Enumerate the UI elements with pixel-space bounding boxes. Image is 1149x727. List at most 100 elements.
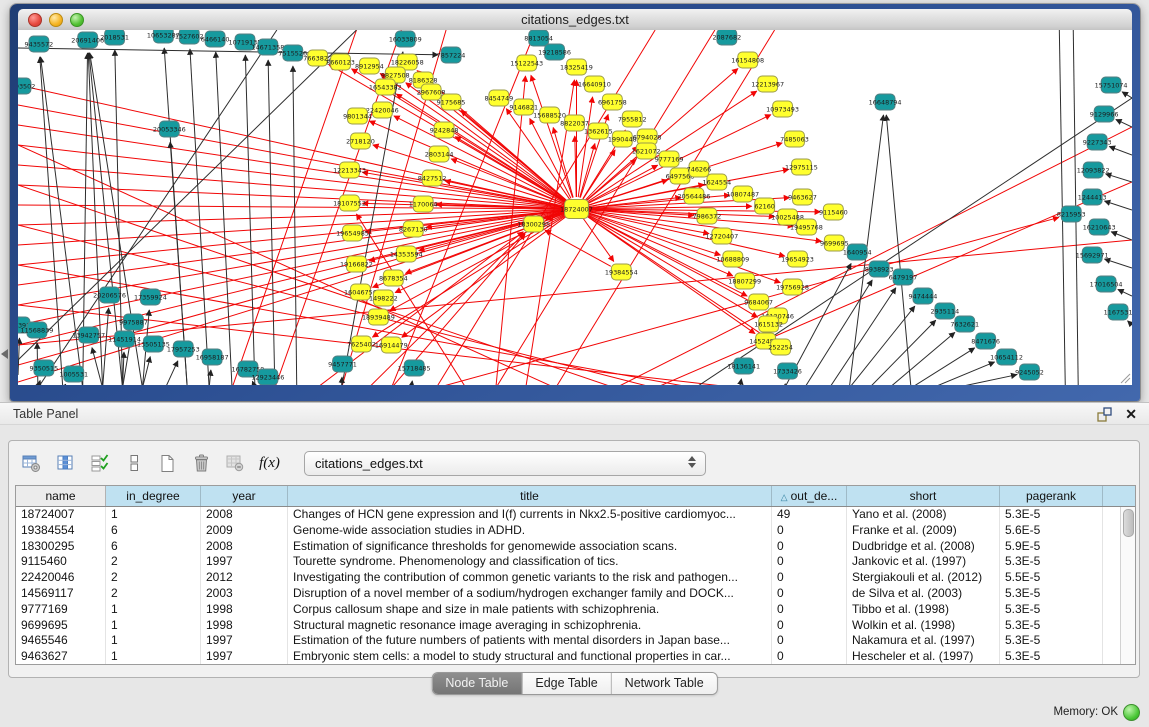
graph-node-1244413[interactable]: 1244413 xyxy=(1078,189,1107,205)
table-row[interactable]: 911546021997Tourette syndrome. Phenomeno… xyxy=(16,554,1135,570)
tab-edge-table[interactable]: Edge Table xyxy=(522,673,611,694)
graph-node-17016504[interactable]: 17016504 xyxy=(1090,276,1123,292)
table-row[interactable]: 1938455462009Genome-wide association stu… xyxy=(16,523,1135,539)
column-header-in_degree[interactable]: in_degree xyxy=(106,486,201,506)
new-column-button[interactable] xyxy=(155,451,180,476)
graph-node-9463627[interactable]: 9463627 xyxy=(788,189,817,205)
graph-node-2087682[interactable]: 2087682 xyxy=(712,30,741,45)
table-row[interactable]: 946554611997Estimation of the future num… xyxy=(16,633,1135,649)
table-row[interactable]: 969969511998Structural magnetic resonanc… xyxy=(16,618,1135,634)
graph-node-2803144[interactable]: 2803144 xyxy=(425,146,454,162)
graph-node-1527602[interactable]: 1527602 xyxy=(175,30,204,44)
table-row[interactable]: 1830029562008Estimation of significance … xyxy=(16,539,1135,555)
graph-node-7955812[interactable]: 7955812 xyxy=(618,111,647,127)
select-columns-button[interactable] xyxy=(87,451,112,476)
graph-node-6466140[interactable]: 6466140 xyxy=(201,31,230,47)
graph-node-16958187[interactable]: 16958187 xyxy=(196,349,229,365)
graph-node-20053346[interactable]: 20053346 xyxy=(153,121,186,137)
tab-node-table[interactable]: Node Table xyxy=(432,673,522,694)
table-row[interactable]: 1456911722003Disruption of a novel membe… xyxy=(16,586,1135,602)
tab-network-table[interactable]: Network Table xyxy=(612,673,717,694)
graph-node-15751074[interactable]: 15751074 xyxy=(1095,77,1128,93)
graph-node-12093822[interactable]: 12093822 xyxy=(1077,162,1110,178)
column-header-name[interactable]: name xyxy=(16,486,106,506)
graph-node-2018531[interactable]: 2018531 xyxy=(100,30,129,45)
graph-node-15692971[interactable]: 15692971 xyxy=(1076,247,1109,263)
graph-node-10688809[interactable]: 10688809 xyxy=(716,251,749,267)
delete-column-button[interactable] xyxy=(189,451,214,476)
graph-node-9350515[interactable]: 9350515 xyxy=(30,360,59,376)
graph-node-20691406[interactable]: 20691406 xyxy=(71,32,104,48)
show-columns-button[interactable] xyxy=(53,451,78,476)
graph-node-16210643[interactable]: 16210643 xyxy=(1083,219,1116,235)
graph-node-12975115[interactable]: 12975115 xyxy=(785,159,818,175)
graph-node-19384554[interactable]: 19384554 xyxy=(605,264,638,280)
graph-node-12720407[interactable]: 12720407 xyxy=(705,228,738,244)
graph-node-1167531[interactable]: 1167531 xyxy=(1104,304,1132,320)
graph-node-10654112[interactable]: 10654112 xyxy=(990,349,1023,365)
table-row[interactable]: 946362711997Embryonic stem cells: a mode… xyxy=(16,649,1135,665)
graph-node-8267130[interactable]: 8267130 xyxy=(399,221,428,237)
table-row[interactable]: 2242004622012Investigating the contribut… xyxy=(16,570,1135,586)
graph-node-19654923[interactable]: 19654923 xyxy=(781,251,814,267)
graph-node-9474444[interactable]: 9474444 xyxy=(909,288,938,304)
graph-node-62160[interactable]: 62160 xyxy=(754,198,775,214)
graph-node-16914479[interactable]: 16914479 xyxy=(375,337,408,353)
graph-node-19166822[interactable]: 19166822 xyxy=(340,256,373,272)
graph-node-1170064[interactable]: 1170064 xyxy=(409,196,438,212)
graph-node-19654985[interactable]: 19654985 xyxy=(336,225,369,241)
table-mode-button[interactable] xyxy=(19,451,44,476)
memory-status-indicator[interactable] xyxy=(1123,704,1140,721)
table-row[interactable]: 977716911998Corpus callosum shape and si… xyxy=(16,602,1135,618)
graph-node-15122543[interactable]: 15122543 xyxy=(510,55,543,71)
graph-node-16648794[interactable]: 16648794 xyxy=(869,94,902,110)
panel-collapse-arrow-icon[interactable] xyxy=(1,349,8,359)
float-panel-icon[interactable] xyxy=(1097,407,1113,423)
graph-node-16033809[interactable]: 16033809 xyxy=(389,31,422,47)
graph-node-9457771[interactable]: 9457771 xyxy=(328,356,357,372)
graph-node-18136141[interactable]: 18136141 xyxy=(727,358,760,374)
scrollbar-thumb[interactable] xyxy=(1123,509,1134,537)
column-header-pagerank[interactable]: pagerank xyxy=(1000,486,1103,506)
delete-table-button[interactable] xyxy=(223,451,248,476)
graph-node-6961758[interactable]: 6961758 xyxy=(598,94,627,110)
column-header-title[interactable]: title xyxy=(288,486,772,506)
table-row[interactable]: 1872400712008Changes of HCN gene express… xyxy=(16,507,1135,523)
graph-node-9435572[interactable]: 9435572 xyxy=(25,36,54,52)
window-titlebar[interactable]: citations_edges.txt xyxy=(18,9,1132,31)
graph-node-2718120[interactable]: 2718120 xyxy=(346,133,375,149)
graph-node-8215953[interactable]: 8215953 xyxy=(1057,206,1086,222)
graph-node-9227343[interactable]: 9227343 xyxy=(1083,134,1112,150)
graph-node-746266[interactable]: 746266 xyxy=(687,161,712,177)
graph-node-9245052[interactable]: 9245052 xyxy=(1015,364,1044,380)
column-header-short[interactable]: short xyxy=(847,486,1000,506)
graph-node-7632621[interactable]: 7632621 xyxy=(950,316,979,332)
graph-node-10973493[interactable]: 10973493 xyxy=(766,101,799,117)
table-selector-dropdown[interactable]: citations_edges.txt xyxy=(304,451,706,476)
row-height-button[interactable] xyxy=(121,451,146,476)
graph-node-16640910[interactable]: 16640910 xyxy=(578,76,611,92)
column-header-out_de...[interactable]: △out_de... xyxy=(772,486,847,506)
graph-node-8471676[interactable]: 8471676 xyxy=(971,333,1000,349)
function-builder-button[interactable]: f(x) xyxy=(257,451,282,476)
graph-node-2935114[interactable]: 2935114 xyxy=(930,303,959,319)
graph-node-1005531[interactable]: 1005531 xyxy=(59,366,88,382)
graph-node-18724007[interactable]: 18724007 xyxy=(560,200,593,219)
graph-node-15718485[interactable]: 15718485 xyxy=(398,360,431,376)
graph-node-7857224[interactable]: 7857224 xyxy=(437,47,466,63)
graph-node-20564486[interactable]: 20564486 xyxy=(678,188,711,204)
graph-node-9975887[interactable]: 9975887 xyxy=(119,314,148,330)
graph-node-8912954[interactable]: 8912954 xyxy=(355,58,384,74)
graph-node-12213967[interactable]: 12213967 xyxy=(751,76,784,92)
graph-node-9115460[interactable]: 9115460 xyxy=(819,204,848,220)
network-canvas[interactable]: 1872400776638228660123891295418226058982… xyxy=(18,30,1132,385)
graph-node-13505135[interactable]: 13505135 xyxy=(137,336,170,352)
graph-node-7625402[interactable]: 7625402 xyxy=(347,336,376,352)
graph-node-18325419[interactable]: 18325419 xyxy=(560,59,593,75)
graph-node-7485063[interactable]: 7485063 xyxy=(780,131,809,147)
network-graph[interactable]: 1872400776638228660123891295418226058982… xyxy=(18,30,1132,385)
column-header-spacer[interactable] xyxy=(1103,486,1135,506)
table-vertical-scrollbar[interactable] xyxy=(1120,507,1135,664)
graph-node-1593502[interactable]: 1593502 xyxy=(18,78,35,94)
graph-node-252254[interactable]: 252254 xyxy=(768,339,793,355)
